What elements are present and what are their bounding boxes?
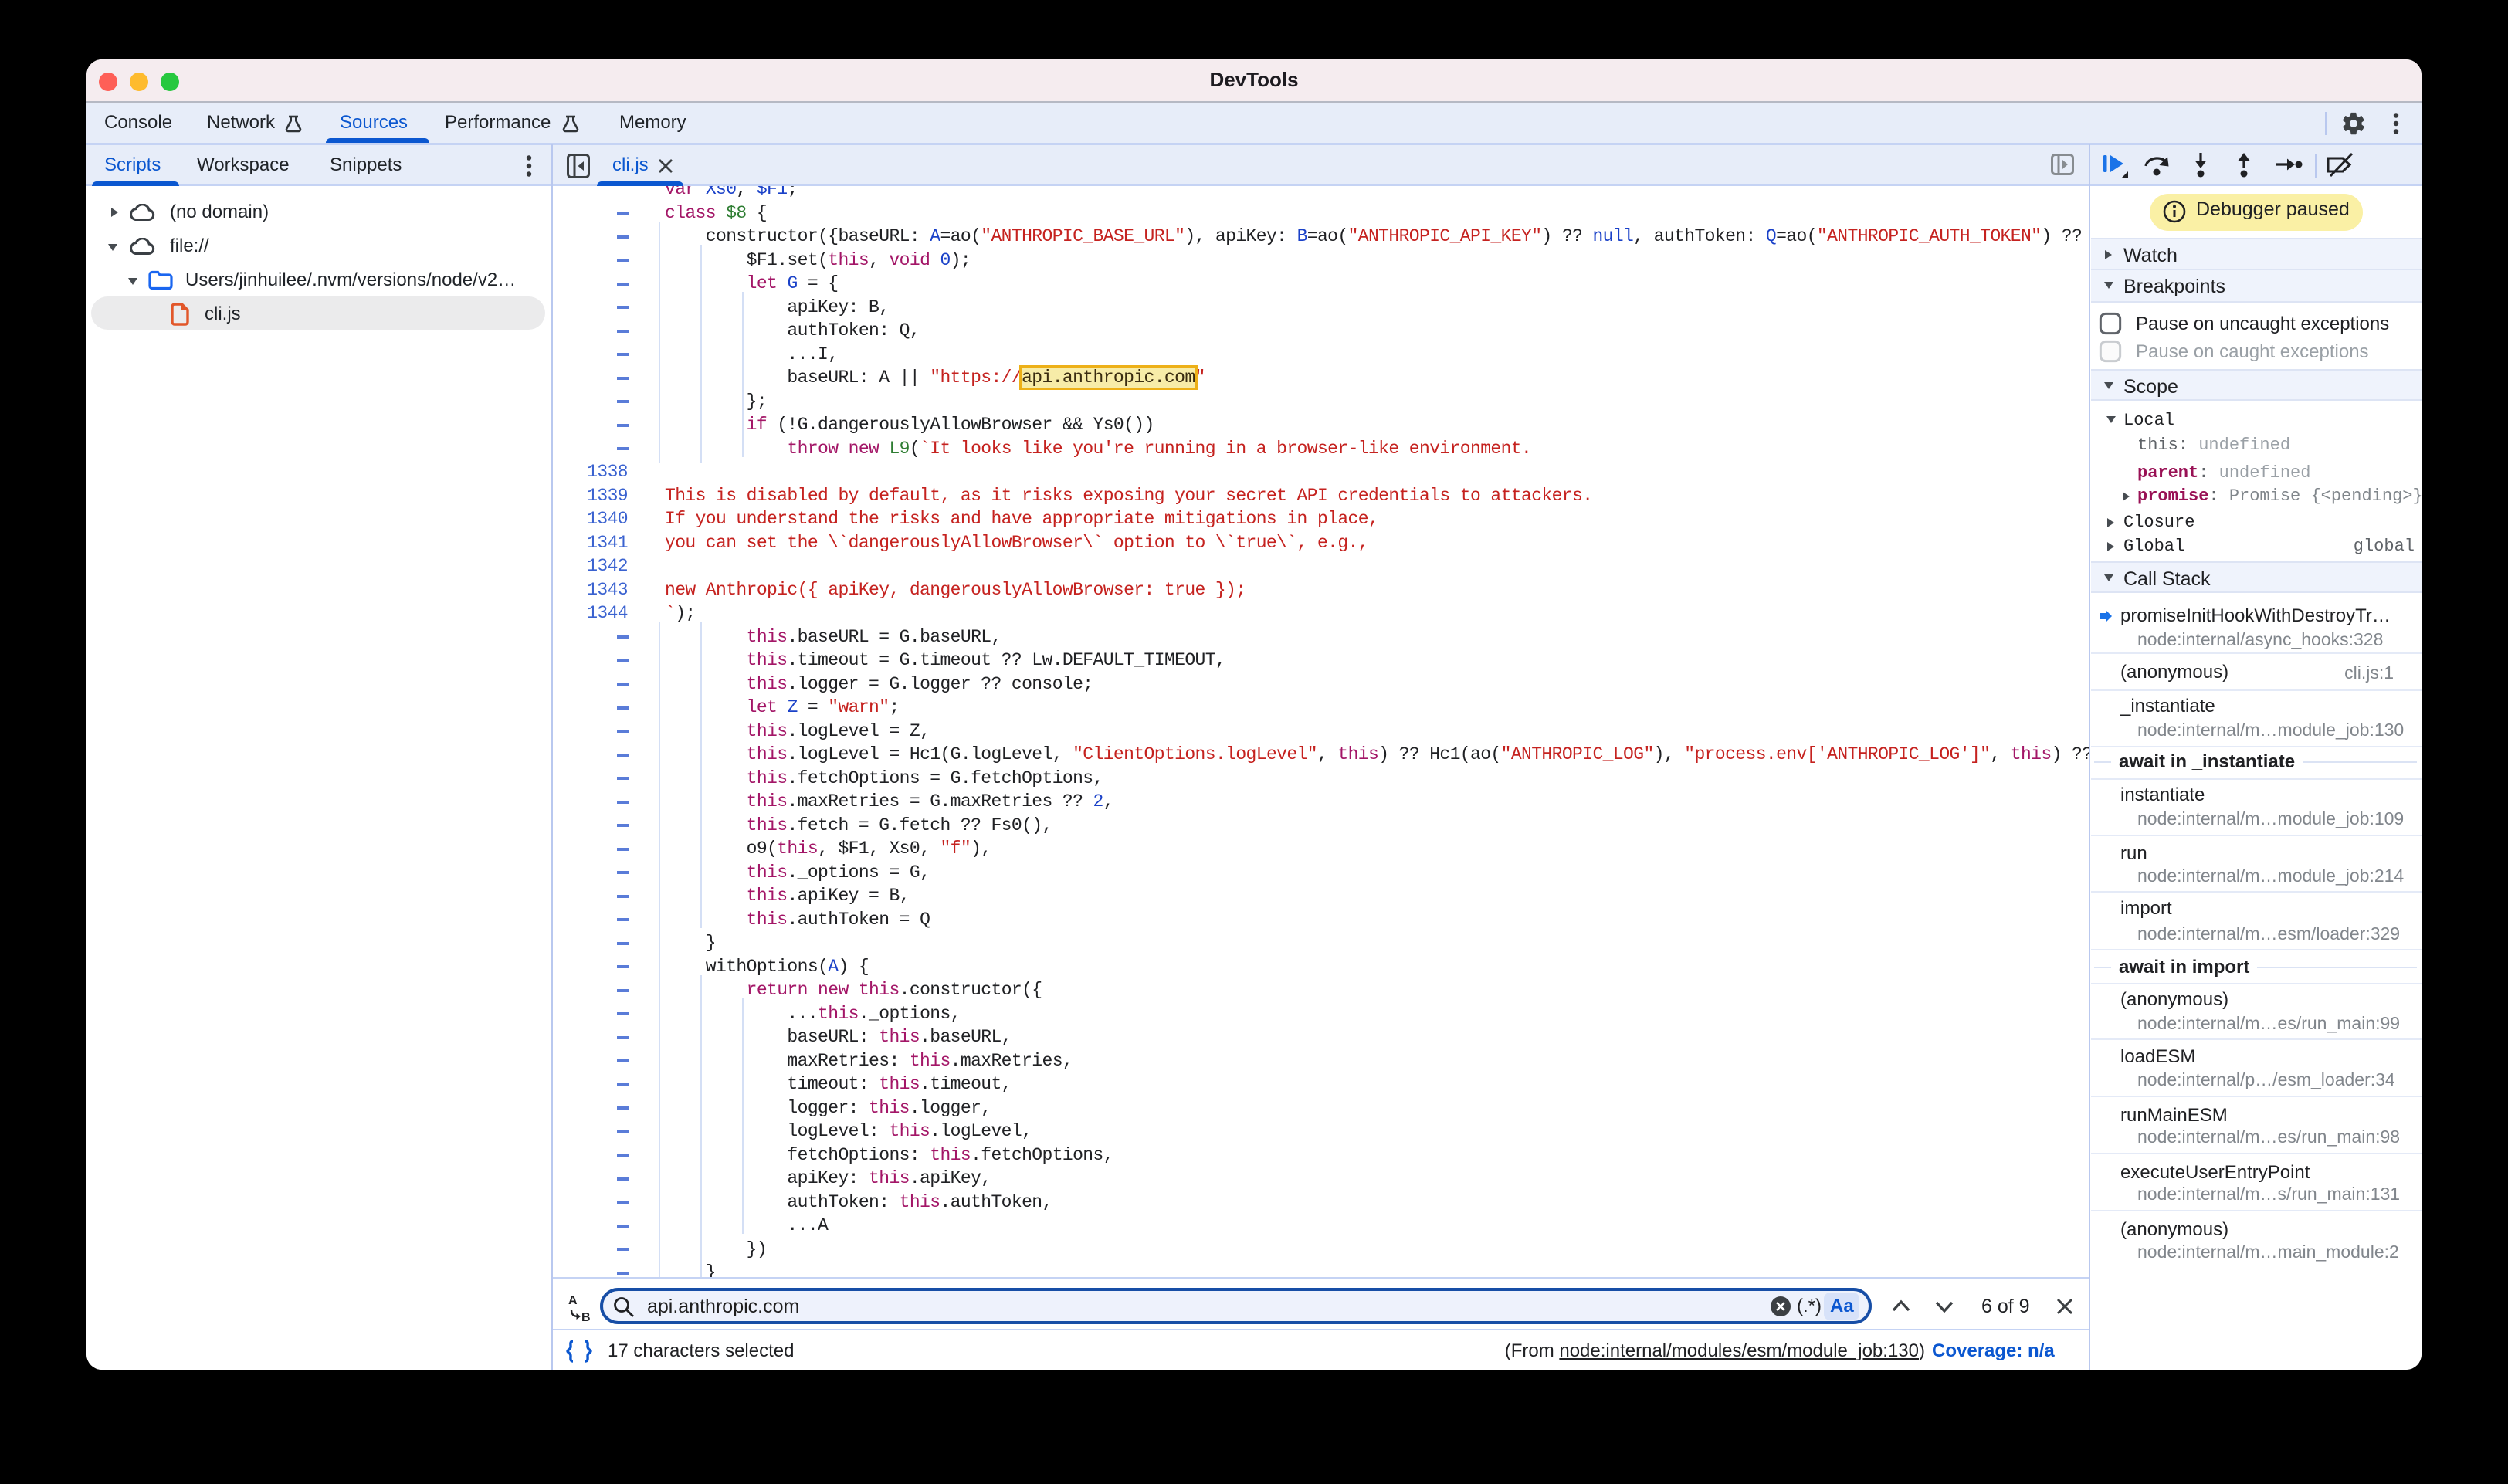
- svg-text:A: A: [568, 1294, 578, 1307]
- svg-text:B: B: [581, 1311, 591, 1323]
